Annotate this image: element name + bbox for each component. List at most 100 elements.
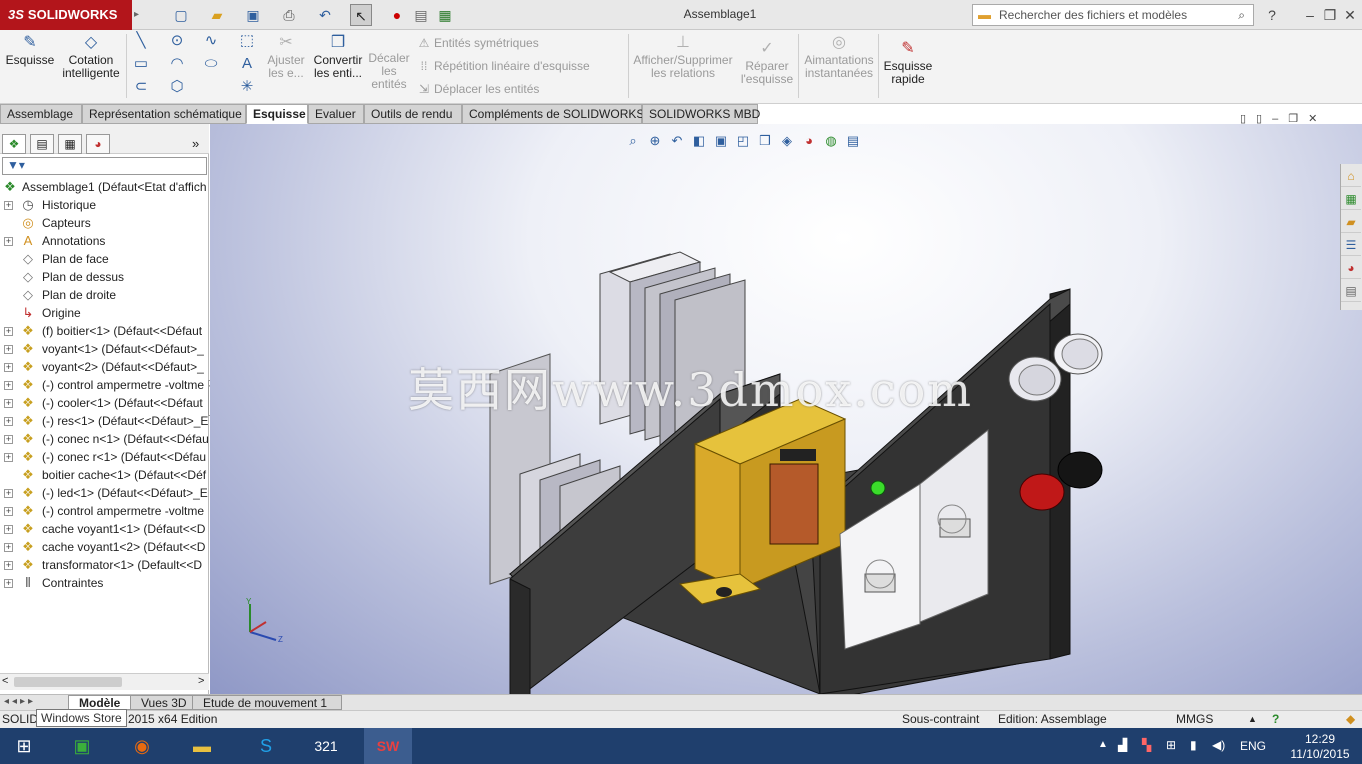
expand-icon[interactable]: +: [4, 435, 13, 444]
tree-item[interactable]: + ❖ (-) conec r<1> (Défaut<<Défau: [0, 448, 209, 466]
apply-scene-icon[interactable]: ◍: [820, 130, 842, 152]
open-icon[interactable]: ▰: [206, 4, 228, 26]
tree-item[interactable]: + ⫴ Contraintes: [0, 574, 209, 592]
mirror-entities-button[interactable]: ⚠ Entités symétriques: [414, 35, 539, 51]
firefox-icon[interactable]: ◉: [118, 728, 166, 764]
tree-item[interactable]: + ❖ (-) conec n<1> (Défaut<<Défau: [0, 430, 209, 448]
tree-root-assembly[interactable]: ❖ Assemblage1 (Défaut<Etat d'affich: [0, 178, 209, 196]
help-icon[interactable]: ?: [1262, 5, 1282, 25]
edit-appearance-icon[interactable]: ◕: [798, 130, 820, 152]
tab-outils-de-rendu[interactable]: Outils de rendu: [364, 104, 462, 124]
tab-modele[interactable]: Modèle: [68, 695, 132, 710]
slot-icon[interactable]: ⊂: [132, 78, 150, 96]
tree-item[interactable]: + ❖ voyant<2> (Défaut<<Défaut>_: [0, 358, 209, 376]
hide-show-icon[interactable]: ◈: [776, 130, 798, 152]
tree-item[interactable]: + ❖ (-) control ampermetre -voltme: [0, 376, 209, 394]
graphics-area[interactable]: ⌕ ⊕ ↶ ◧ ▣ ◰ ❒ ◈ ◕ ◍ ▤ ▯▯–❐✕ 莫西网www.3dmox…: [210, 113, 1362, 704]
solidworks-logo[interactable]: 3S SOLIDWORKS: [0, 0, 132, 30]
expand-icon[interactable]: +: [4, 381, 13, 390]
configuration-manager-tab-icon[interactable]: ▦: [58, 134, 82, 154]
tree-item[interactable]: ↳ Origine: [0, 304, 209, 322]
sketch-button[interactable]: ✎ Esquisse: [4, 32, 56, 67]
expand-panel-icon[interactable]: »: [192, 136, 199, 151]
feature-tree-tab-icon[interactable]: ❖: [2, 134, 26, 154]
search-icon[interactable]: ⌕: [1238, 5, 1245, 25]
assembly-model-3d[interactable]: [480, 244, 1120, 704]
scroll-thumb[interactable]: [14, 677, 122, 687]
line-icon[interactable]: ╲: [132, 32, 150, 50]
media-player-icon[interactable]: 321: [302, 728, 350, 764]
display-style-icon[interactable]: ❒: [754, 130, 776, 152]
repair-sketch-button[interactable]: ✓ Réparer l'esquisse: [738, 38, 796, 86]
trim-button[interactable]: ✂ Ajuster les e...: [262, 32, 310, 80]
language-indicator[interactable]: ENG: [1240, 739, 1266, 753]
tree-item[interactable]: + ◷ Historique: [0, 196, 209, 214]
help-status-icon[interactable]: ?: [1272, 711, 1279, 728]
tree-item[interactable]: ◇ Plan de face: [0, 250, 209, 268]
search-input[interactable]: ▬ Rechercher des fichiers et modèles ⌕: [972, 4, 1254, 26]
expand-icon[interactable]: +: [4, 363, 13, 372]
arc-icon[interactable]: ◠: [168, 55, 186, 73]
construction-icon[interactable]: ⬚: [238, 32, 256, 50]
smart-dimension-button[interactable]: ◇ Cotation intelligente: [58, 32, 124, 80]
expand-icon[interactable]: +: [4, 561, 13, 570]
skype-icon[interactable]: S: [242, 728, 290, 764]
expand-icon[interactable]: +: [4, 525, 13, 534]
tab-assemblage[interactable]: Assemblage: [0, 104, 82, 124]
tab-solidworks-mbd[interactable]: SOLIDWORKS MBD: [642, 104, 760, 124]
design-library-icon[interactable]: ▦: [1341, 188, 1361, 210]
expand-icon[interactable]: +: [4, 543, 13, 552]
offset-entities-button[interactable]: Décaler les entités: [366, 38, 412, 91]
tree-item[interactable]: + ❖ cache voyant1<2> (Défaut<<D: [0, 538, 209, 556]
expand-icon[interactable]: +: [4, 507, 13, 516]
expand-icon[interactable]: +: [4, 489, 13, 498]
home-icon[interactable]: ⌂: [1341, 165, 1361, 187]
scroll-right-icon[interactable]: >: [198, 675, 204, 687]
text-icon[interactable]: A: [238, 55, 256, 73]
polygon-icon[interactable]: ⬡: [168, 78, 186, 96]
tree-item[interactable]: + ❖ (-) cooler<1> (Défaut<<Défaut: [0, 394, 209, 412]
windows-start-icon[interactable]: ⊞: [0, 728, 48, 764]
view-palette-icon[interactable]: ☰: [1341, 234, 1361, 256]
expand-icon[interactable]: +: [4, 399, 13, 408]
undo-icon[interactable]: ↶: [314, 4, 336, 26]
print-icon[interactable]: ⎙: [278, 4, 300, 26]
tree-item[interactable]: + ❖ cache voyant1<1> (Défaut<<D: [0, 520, 209, 538]
expand-icon[interactable]: +: [4, 201, 13, 210]
circle-icon[interactable]: ⊙: [168, 32, 186, 50]
expand-icon[interactable]: +: [4, 327, 13, 336]
tree-item[interactable]: + ❖ (f) boitier<1> (Défaut<<Défaut: [0, 322, 209, 340]
tree-item[interactable]: + ❖ (-) control ampermetre -voltme: [0, 502, 209, 520]
view-orientation-icon[interactable]: ◰: [732, 130, 754, 152]
tab-motion-study[interactable]: Etude de mouvement 1: [192, 695, 342, 710]
new-document-icon[interactable]: ▢: [170, 4, 192, 26]
tree-item[interactable]: + ❖ transformator<1> (Default<<D: [0, 556, 209, 574]
expand-icon[interactable]: +: [4, 453, 13, 462]
horizontal-scrollbar[interactable]: < >: [0, 673, 209, 690]
close-icon[interactable]: ✕: [1340, 5, 1360, 25]
restore-icon[interactable]: ❐: [1320, 5, 1340, 25]
save-icon[interactable]: ▣: [242, 4, 264, 26]
dynamic-annotation-icon[interactable]: ▣: [710, 130, 732, 152]
file-explorer-taskbar-icon[interactable]: ▬: [178, 728, 226, 764]
units-selector[interactable]: MMGS: [1176, 711, 1213, 728]
property-manager-tab-icon[interactable]: ▤: [30, 134, 54, 154]
tree-item[interactable]: ◇ Plan de droite: [0, 286, 209, 304]
tree-item[interactable]: ◎ Capteurs: [0, 214, 209, 232]
tree-item[interactable]: + ❖ (-) led<1> (Défaut<<Défaut>_E: [0, 484, 209, 502]
expand-icon[interactable]: +: [4, 417, 13, 426]
scroll-left-icon[interactable]: <: [2, 675, 8, 687]
tab-evaluer[interactable]: Evaluer: [308, 104, 364, 124]
units-dropdown-icon[interactable]: ▲: [1248, 711, 1257, 728]
linear-pattern-button[interactable]: ⁞⁞ Répétition linéaire d'esquisse: [414, 58, 590, 74]
network-icon[interactable]: ▚: [1142, 738, 1151, 752]
battery-icon[interactable]: ▮: [1190, 738, 1197, 752]
zoom-to-fit-icon[interactable]: ⌕: [622, 130, 644, 152]
windows-flag-icon[interactable]: ⊞: [1166, 738, 1176, 752]
point-icon[interactable]: ✳: [238, 78, 256, 96]
tree-item[interactable]: + ❖ voyant<1> (Défaut<<Défaut>_: [0, 340, 209, 358]
file-properties-icon[interactable]: ▤: [410, 4, 432, 26]
signal-icon[interactable]: ▟: [1118, 738, 1127, 752]
previous-view-icon[interactable]: ↶: [666, 130, 688, 152]
spline-icon[interactable]: ∿: [202, 32, 220, 50]
